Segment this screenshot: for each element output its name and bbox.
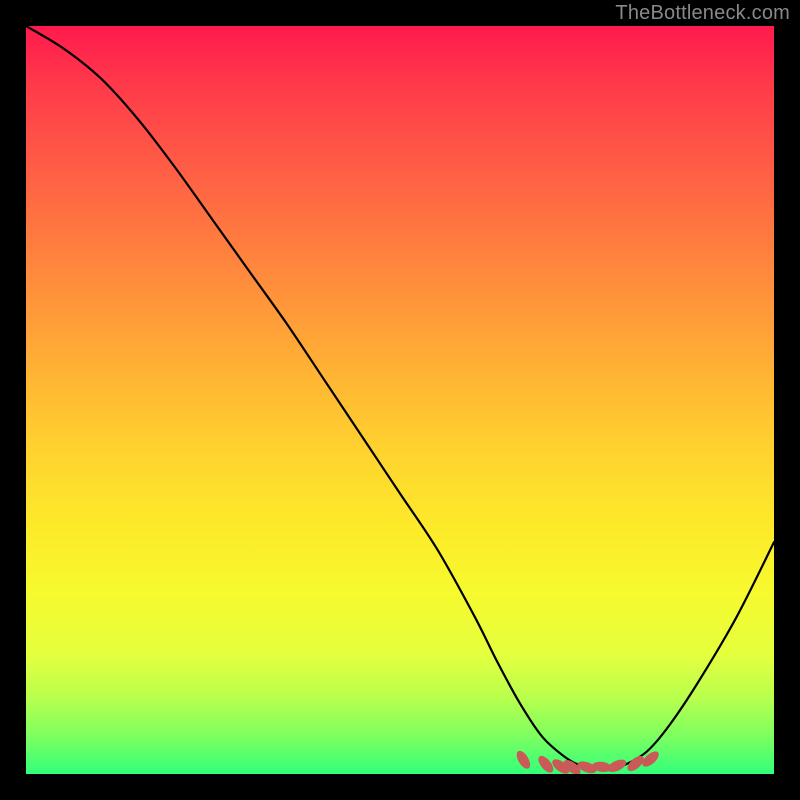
chart-frame: TheBottleneck.com <box>0 0 800 800</box>
curve-markers <box>514 749 661 774</box>
watermark-text: TheBottleneck.com <box>615 2 790 25</box>
curve-marker <box>606 757 628 774</box>
chart-svg <box>26 26 774 774</box>
curve-marker <box>514 749 533 771</box>
bottleneck-curve <box>26 26 774 769</box>
